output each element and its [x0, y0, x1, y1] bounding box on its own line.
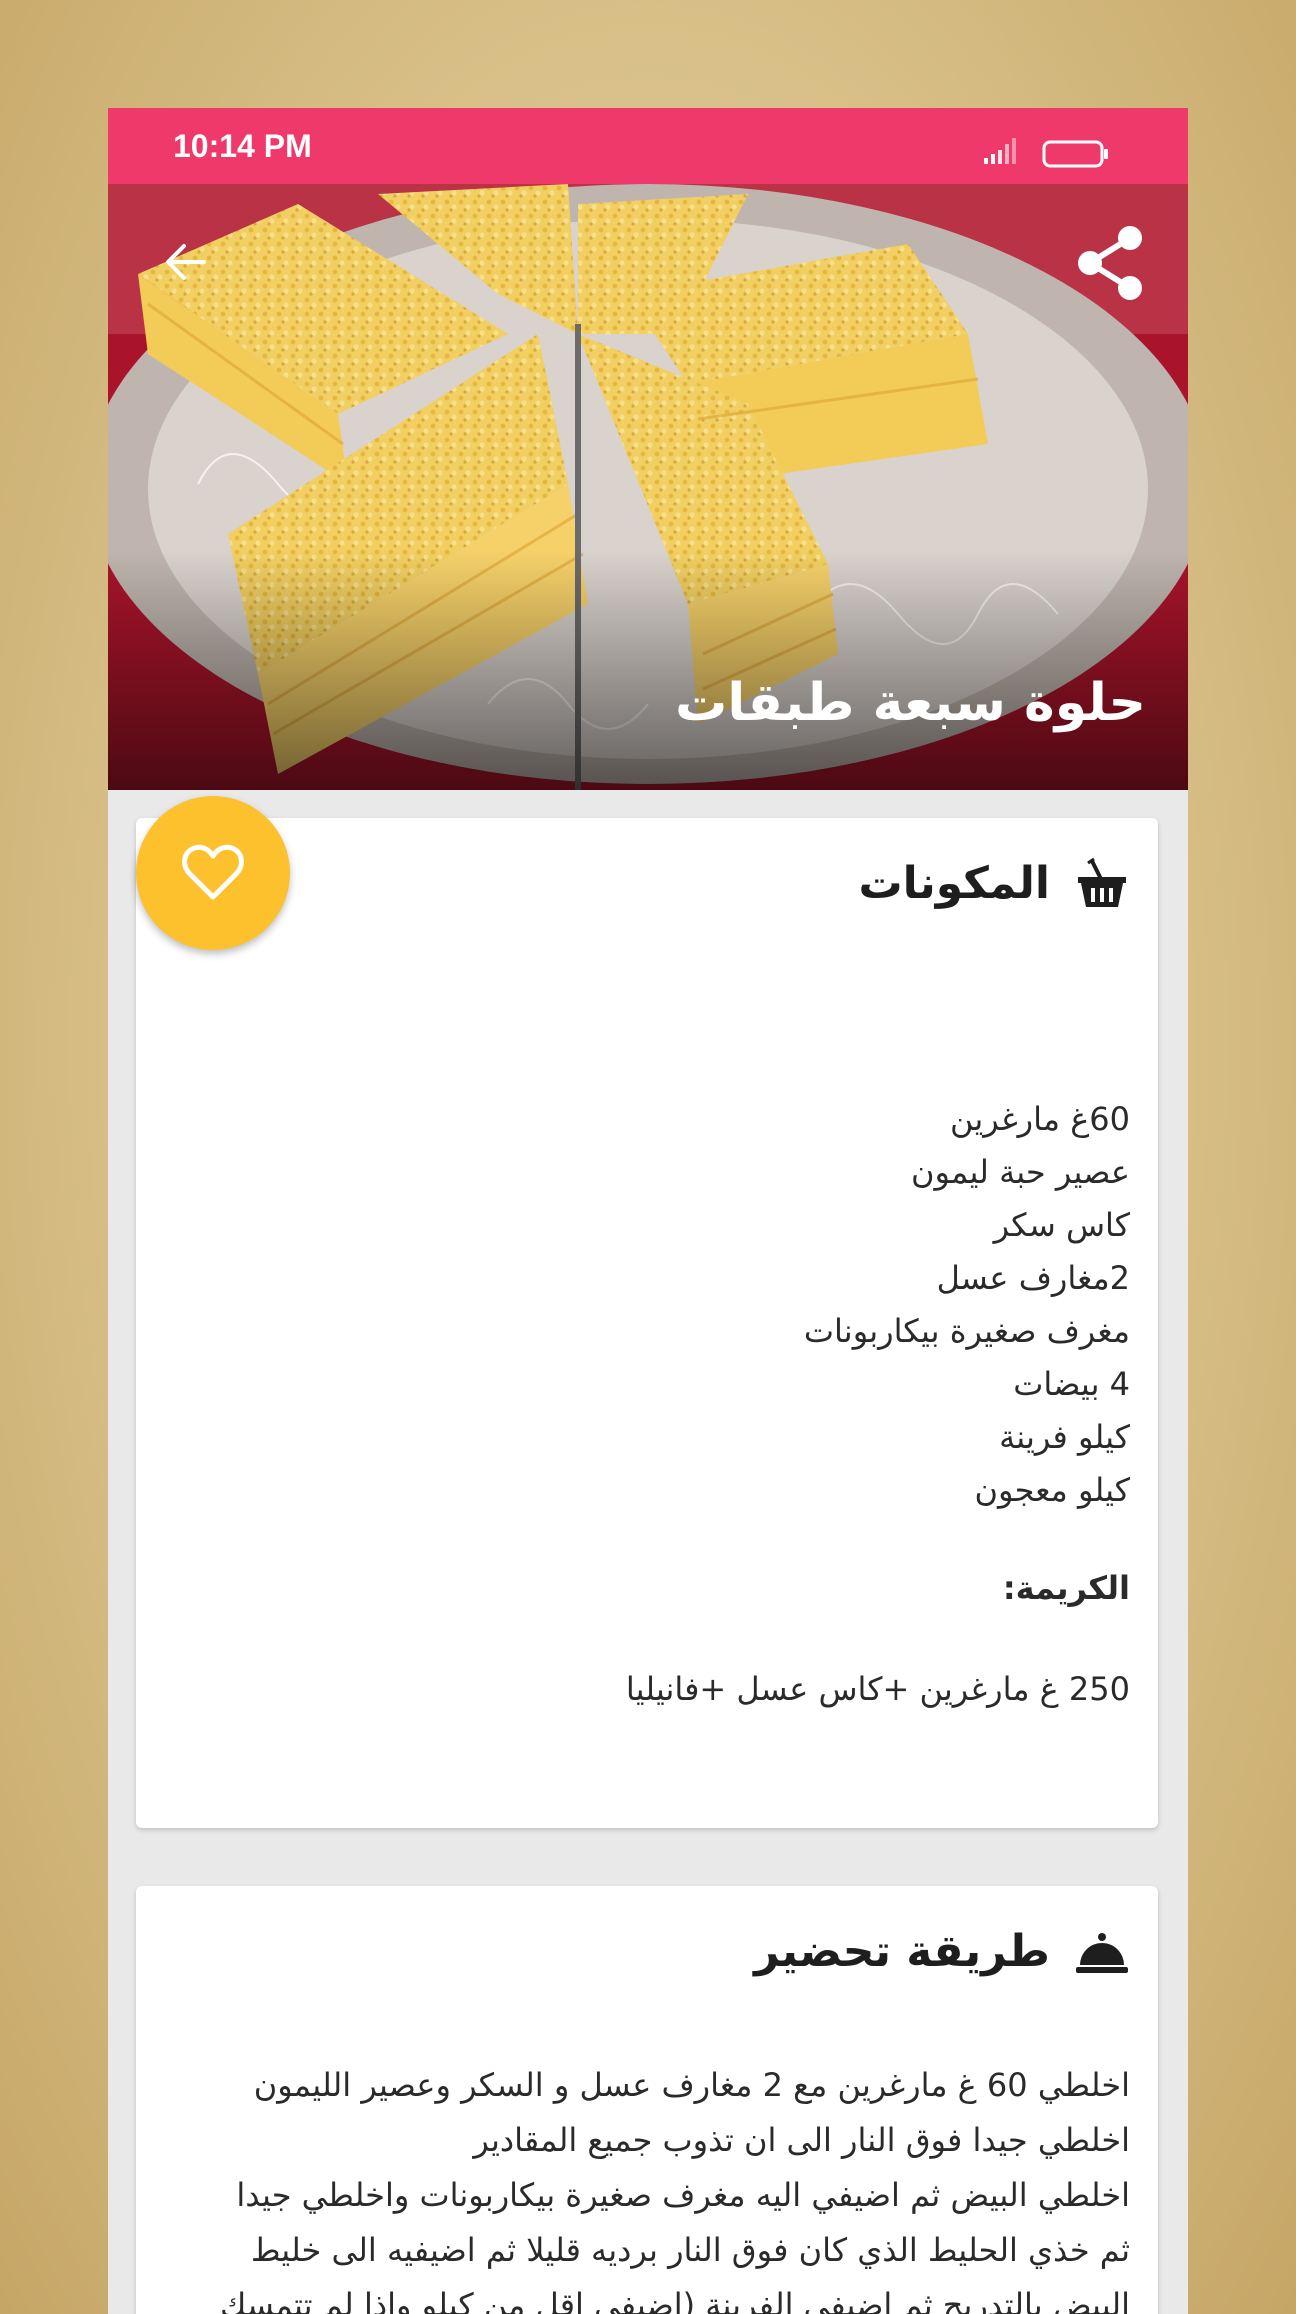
- ingredients-card: المكونات 60غ مارغرين عصير حبة ليمون كاس …: [136, 818, 1158, 1828]
- method-title: طريقة تحضير: [754, 1925, 1050, 1977]
- method-line: اخلطي البيض ثم اضيفي اليه مغرف صغيرة بيك…: [236, 2176, 1130, 2214]
- ingredient-item: عصير حبة ليمون: [910, 1153, 1130, 1191]
- heart-outline-icon: [182, 844, 244, 900]
- back-button[interactable]: [156, 232, 216, 292]
- method-line: اخلطي جيدا فوق النار الى ان تذوب جميع ال…: [473, 2121, 1130, 2159]
- ingredient-item: كيلو فرينة: [999, 1418, 1130, 1456]
- method-line: البيض بالتدريج ثم اضيفي الفرينة (اضيفي ا…: [219, 2286, 1130, 2314]
- method-line: ثم خذي الحليط الذي كان فوق النار برديه ق…: [250, 2231, 1130, 2269]
- signal-bars-icon: [984, 138, 1016, 164]
- method-card: طريقة تحضير اخلطي 60 غ مارغرين مع 2 مغار…: [136, 1886, 1158, 2314]
- ingredient-item: كاس سكر: [993, 1206, 1130, 1244]
- share-icon: [1078, 226, 1142, 300]
- ingredients-list: 60غ مارغرين عصير حبة ليمون كاس سكر 2مغار…: [170, 1093, 1130, 1716]
- method-steps: اخلطي 60 غ مارغرين مع 2 مغارف عسل و السك…: [155, 2058, 1130, 2314]
- ingredient-item: مغرف صغيرة بيكاربونات: [803, 1312, 1130, 1350]
- method-line: اخلطي 60 غ مارغرين مع 2 مغارف عسل و السك…: [253, 2066, 1130, 2104]
- app-screen: 10:14 PM حلوة سبعة طبقات المكونات 60غ ما…: [108, 108, 1188, 2314]
- status-time: 10:14 PM: [173, 128, 312, 164]
- ingredient-item: 60غ مارغرين: [950, 1100, 1130, 1138]
- ingredients-title: المكونات: [858, 857, 1050, 909]
- basket-icon: [1078, 857, 1126, 907]
- cream-heading: الكريمة:: [1002, 1569, 1130, 1607]
- favorite-button[interactable]: [136, 796, 290, 950]
- battery-icon: [1042, 140, 1108, 168]
- ingredient-item: كيلو معجون: [974, 1471, 1130, 1509]
- serving-cloche-icon: [1076, 1933, 1128, 1973]
- arrow-left-icon: [166, 244, 206, 280]
- cream-ingredients: 250 غ مارغرين +كاس عسل +فانيليا: [625, 1670, 1130, 1708]
- ingredients-header: المكونات: [858, 848, 1130, 918]
- share-button[interactable]: [1074, 224, 1148, 302]
- ingredient-item: 4 بيضات: [1013, 1365, 1130, 1403]
- recipe-title: حلوة سبعة طبقات: [675, 673, 1146, 733]
- recipe-hero: حلوة سبعة طبقات: [108, 184, 1188, 790]
- method-header: طريقة تحضير: [754, 1916, 1130, 1986]
- status-bar: 10:14 PM: [108, 108, 1188, 184]
- ingredient-item: 2مغارف عسل: [936, 1259, 1130, 1297]
